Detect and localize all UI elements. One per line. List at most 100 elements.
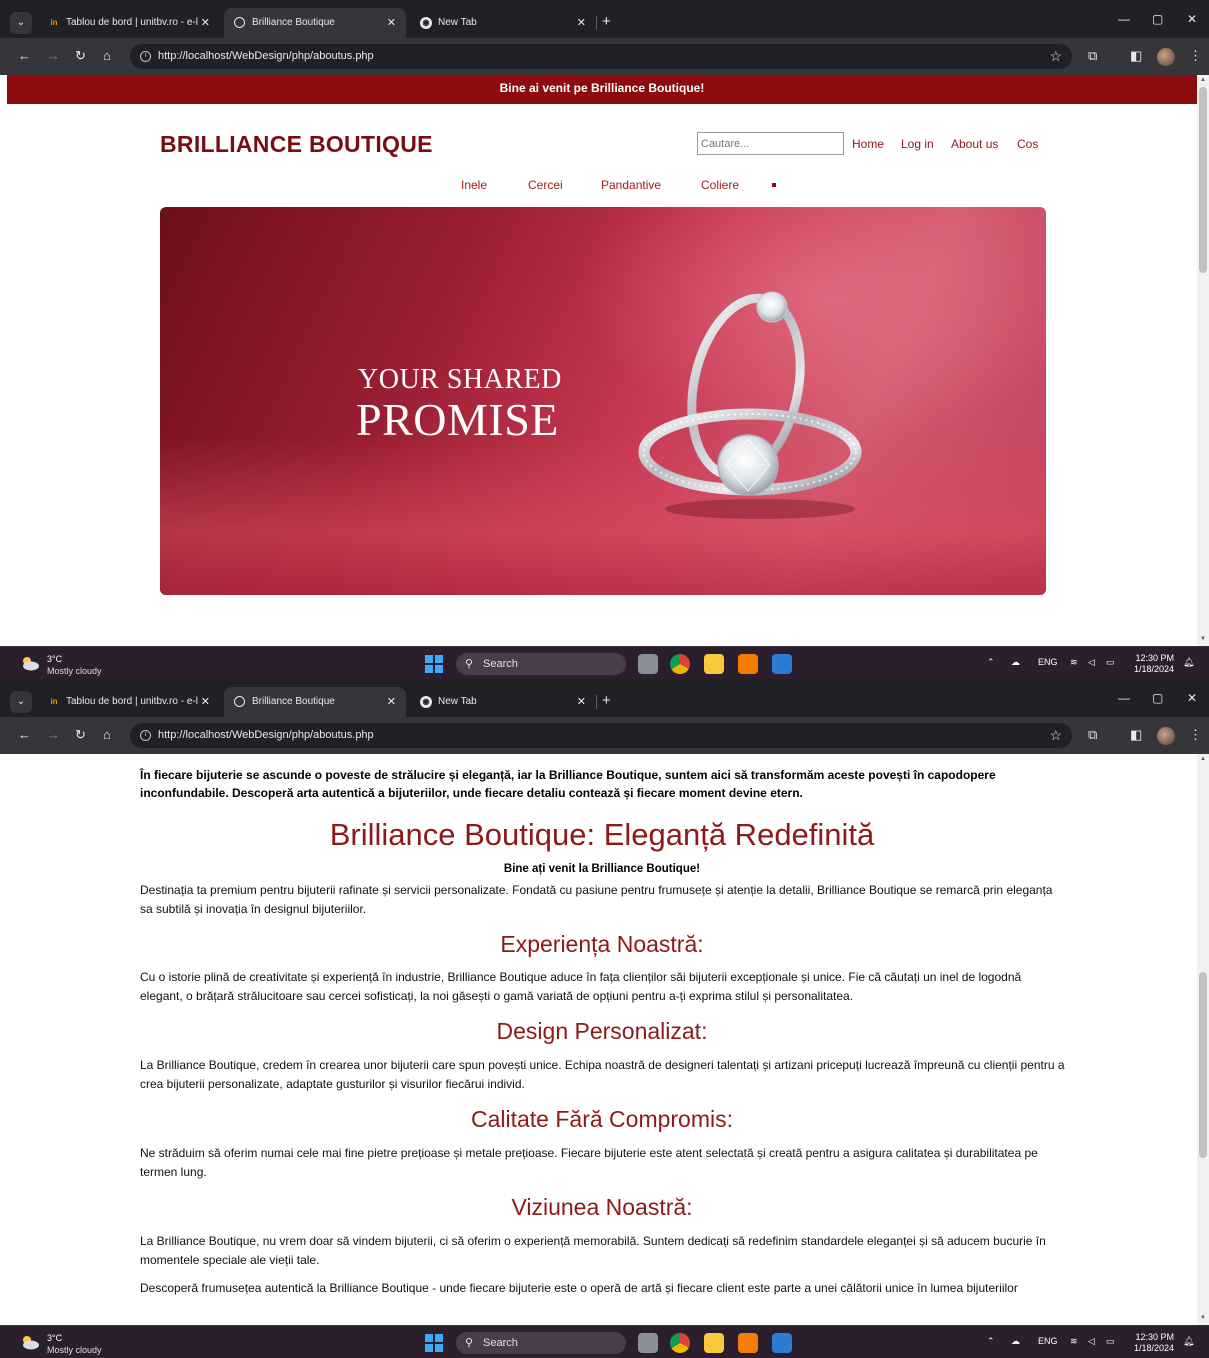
home-icon[interactable]: ⌂ — [103, 727, 111, 742]
tab-newtab[interactable]: ◉ New Tab ✕ — [410, 8, 596, 38]
scroll-thumb[interactable] — [1199, 972, 1207, 1158]
tab-unitbv[interactable]: in Tablou de bord | unitbv.ro - e-l ✕ — [38, 687, 220, 717]
wifi-icon[interactable]: ≋ — [1070, 1336, 1078, 1347]
close-window-icon[interactable]: ✕ — [1187, 12, 1197, 26]
scroll-thumb[interactable] — [1199, 87, 1207, 273]
site-logo[interactable]: BRILLIANCE BOUTIQUE — [160, 131, 433, 158]
scroll-up-icon[interactable]: ▲ — [1200, 77, 1206, 83]
bookmark-star-icon[interactable]: ☆ — [1049, 44, 1062, 69]
tab-search-button[interactable]: ⌄ — [10, 12, 32, 34]
category-rings[interactable]: Inele — [461, 178, 487, 192]
nav-cart[interactable]: Cos — [1017, 137, 1038, 151]
page-scrollbar[interactable]: ▲ ▼ — [1197, 75, 1209, 646]
volume-icon[interactable]: ◁ — [1088, 657, 1095, 668]
page-scrollbar[interactable]: ▲ ▼ — [1197, 754, 1209, 1325]
file-explorer-icon[interactable] — [704, 654, 724, 674]
reload-icon[interactable]: ↻ — [75, 48, 86, 64]
home-icon[interactable]: ⌂ — [103, 48, 111, 63]
notification-bell-icon[interactable]: 🔔︎ — [1183, 1336, 1194, 1347]
close-icon[interactable]: ✕ — [201, 687, 210, 717]
tab-brilliance[interactable]: Brilliance Boutique ✕ — [224, 687, 406, 717]
clock[interactable]: 12:30 PM 1/18/2024 — [1134, 1332, 1174, 1354]
hero-banner: YOUR SHARED PROMISE — [160, 207, 1046, 595]
nav-login[interactable]: Log in — [901, 137, 934, 151]
address-bar[interactable]: i http://localhost/WebDesign/php/aboutus… — [130, 44, 1072, 69]
close-icon[interactable]: ✕ — [577, 687, 586, 717]
notification-bell-icon[interactable]: 🔔︎ — [1183, 657, 1194, 668]
file-explorer-icon[interactable] — [704, 1333, 724, 1353]
welcome-banner: Bine ai venit pe Brilliance Boutique! — [7, 75, 1197, 104]
address-bar[interactable]: i http://localhost/WebDesign/php/aboutus… — [130, 723, 1072, 748]
tray-chevron-icon[interactable]: ⌃ — [987, 657, 995, 668]
battery-icon[interactable]: ▭ — [1106, 1336, 1115, 1347]
extensions-icon[interactable]: ⧉ — [1088, 48, 1097, 64]
tab-title: New Tab — [438, 696, 477, 707]
chrome-taskbar-icon[interactable] — [670, 654, 690, 674]
heading-design: Design Personalizat: — [496, 1018, 708, 1044]
xampp-icon[interactable] — [738, 1333, 758, 1353]
minimize-icon[interactable]: — — [1118, 691, 1130, 705]
minimize-icon[interactable]: — — [1118, 12, 1130, 26]
nav-about[interactable]: About us — [951, 137, 998, 151]
info-icon[interactable]: i — [140, 51, 151, 62]
word-icon[interactable] — [772, 654, 792, 674]
category-earrings[interactable]: Cercei — [528, 178, 563, 192]
tab-newtab[interactable]: ◉ New Tab ✕ — [410, 687, 596, 717]
scroll-up-icon[interactable]: ▲ — [1200, 756, 1206, 762]
restore-icon[interactable]: ▢ — [1152, 691, 1163, 705]
url-text: http://localhost/WebDesign/php/aboutus.p… — [158, 729, 374, 741]
tray-chevron-icon[interactable]: ⌃ — [987, 1336, 995, 1347]
taskbar-search[interactable]: ⚲ Search — [456, 1332, 626, 1354]
xampp-icon[interactable] — [738, 654, 758, 674]
menu-icon[interactable]: ⋮ — [1189, 727, 1202, 743]
search-input[interactable] — [697, 132, 844, 155]
onedrive-icon[interactable]: ☁ — [1011, 657, 1020, 668]
profile-avatar[interactable] — [1157, 48, 1175, 66]
back-icon[interactable]: ← — [18, 727, 31, 742]
info-icon[interactable]: i — [140, 730, 151, 741]
extensions-icon[interactable]: ⧉ — [1088, 727, 1097, 743]
menu-icon[interactable]: ⋮ — [1189, 48, 1202, 64]
taskbar-search[interactable]: ⚲ Search — [456, 653, 626, 675]
close-icon[interactable]: ✕ — [387, 8, 396, 38]
category-pendants[interactable]: Pandantive — [601, 178, 661, 192]
onedrive-icon[interactable]: ☁ — [1011, 1336, 1020, 1347]
forward-icon[interactable]: → — [47, 48, 60, 63]
battery-icon[interactable]: ▭ — [1106, 657, 1115, 668]
back-icon[interactable]: ← — [18, 48, 31, 63]
word-icon[interactable] — [772, 1333, 792, 1353]
clock[interactable]: 12:30 PM 1/18/2024 — [1134, 653, 1174, 675]
tab-search-button[interactable]: ⌄ — [10, 691, 32, 713]
windows-start-icon[interactable] — [425, 1334, 443, 1352]
scroll-down-icon[interactable]: ▼ — [1200, 1315, 1206, 1321]
tab-brilliance[interactable]: Brilliance Boutique ✕ — [224, 8, 406, 38]
category-necklaces[interactable]: Coliere — [701, 178, 739, 192]
weather-cloud-icon[interactable] — [20, 1334, 40, 1350]
volume-icon[interactable]: ◁ — [1088, 1336, 1095, 1347]
new-tab-icon[interactable]: + — [602, 13, 611, 30]
side-panel-icon[interactable]: ◧ — [1130, 727, 1142, 743]
scroll-down-icon[interactable]: ▼ — [1200, 636, 1206, 642]
close-icon[interactable]: ✕ — [201, 8, 210, 38]
close-window-icon[interactable]: ✕ — [1187, 691, 1197, 705]
chrome-taskbar-icon[interactable] — [670, 1333, 690, 1353]
file-app-icon[interactable] — [638, 1333, 658, 1353]
tab-unitbv[interactable]: in Tablou de bord | unitbv.ro - e-l ✕ — [38, 8, 220, 38]
close-icon[interactable]: ✕ — [387, 687, 396, 717]
heading-vision: Viziunea Noastră: — [511, 1194, 693, 1220]
weather-cloud-icon[interactable] — [20, 655, 40, 671]
language-indicator[interactable]: ENG — [1038, 1336, 1058, 1346]
language-indicator[interactable]: ENG — [1038, 657, 1058, 667]
nav-home[interactable]: Home — [852, 137, 884, 151]
close-icon[interactable]: ✕ — [577, 8, 586, 38]
restore-icon[interactable]: ▢ — [1152, 12, 1163, 26]
wifi-icon[interactable]: ≋ — [1070, 657, 1078, 668]
reload-icon[interactable]: ↻ — [75, 727, 86, 743]
file-app-icon[interactable] — [638, 654, 658, 674]
side-panel-icon[interactable]: ◧ — [1130, 48, 1142, 64]
bookmark-star-icon[interactable]: ☆ — [1049, 723, 1062, 748]
windows-start-icon[interactable] — [425, 655, 443, 673]
forward-icon[interactable]: → — [47, 727, 60, 742]
profile-avatar[interactable] — [1157, 727, 1175, 745]
new-tab-icon[interactable]: + — [602, 692, 611, 709]
